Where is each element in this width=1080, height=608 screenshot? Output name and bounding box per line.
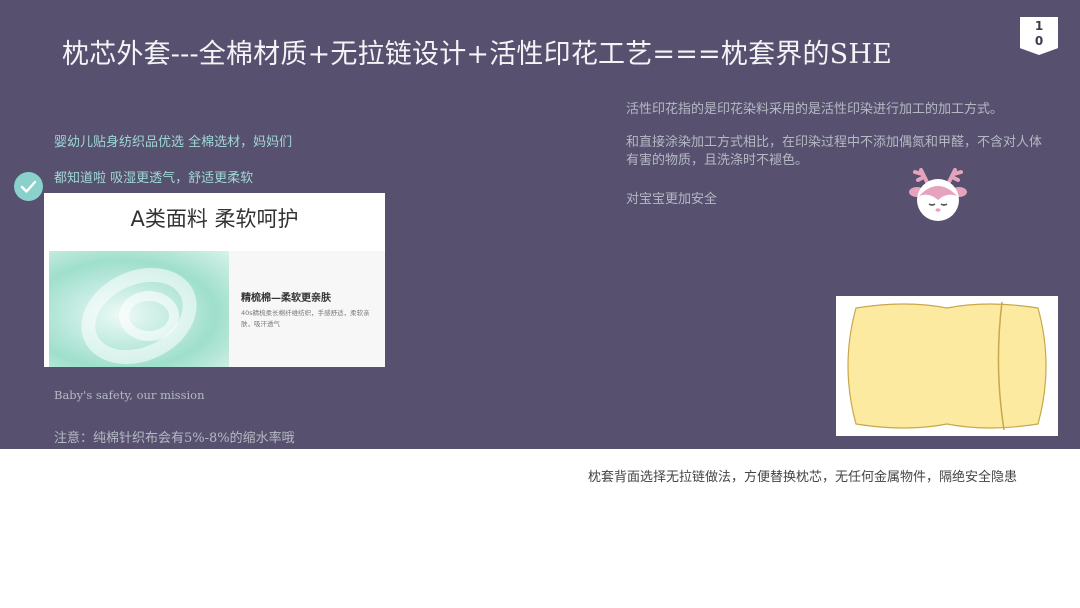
deer-mascot-icon (905, 162, 971, 226)
shrink-note: 注意：纯棉针织布会有5%-8%的缩水率哦 (54, 431, 295, 446)
left-line-1: 婴幼儿贴身纺织品优选 全棉选材，妈妈们 (54, 135, 293, 150)
right-para-1: 活性印花指的是印花染料采用的是活性印染进行加工的加工方式。 (626, 102, 1004, 117)
page-number-digit-2: 0 (1034, 34, 1044, 48)
page-number-badge: 1 0 (1020, 17, 1058, 55)
fabric-image (49, 251, 232, 367)
right-para-2: 和直接涂染加工方式相比，在印染过程中不添加偶氮和甲醛，不含对人体有害的物质，且洗… (626, 135, 1043, 168)
card-description: 40s精梳柔长棉纤维纺织，手感舒适，柔软亲肤，吸汗透气 (241, 309, 370, 328)
right-para-3: 对宝宝更加安全 (626, 192, 718, 207)
product-card: A类面料 柔软呵护 精梳棉—柔软更亲肤 40s精梳柔长棉纤维纺织，手感舒适，柔软… (44, 193, 385, 367)
card-title: A类面料 柔软呵护 (130, 207, 299, 231)
english-tagline: Baby's safety, our mission (54, 388, 205, 402)
page-number-digit-1: 1 (1034, 19, 1044, 33)
zipperless-description: 枕套背面选择无拉链做法，方便替换枕芯，无任何金属物件，隔绝安全隐患 (588, 470, 1018, 485)
check-circle-icon (14, 172, 43, 201)
pillow-image (836, 296, 1058, 436)
card-info: 精梳棉—柔软更亲肤 40s精梳柔长棉纤维纺织，手感舒适，柔软亲肤，吸汗透气 (229, 251, 385, 367)
left-line-2: 都知道啦 吸湿更透气，舒适更柔软 (54, 171, 254, 186)
slide-title: 枕芯外套---全棉材质+无拉链设计+活性印花工艺===枕套界的SHE (62, 39, 893, 70)
card-subtitle: 精梳棉—柔软更亲肤 (241, 293, 331, 304)
